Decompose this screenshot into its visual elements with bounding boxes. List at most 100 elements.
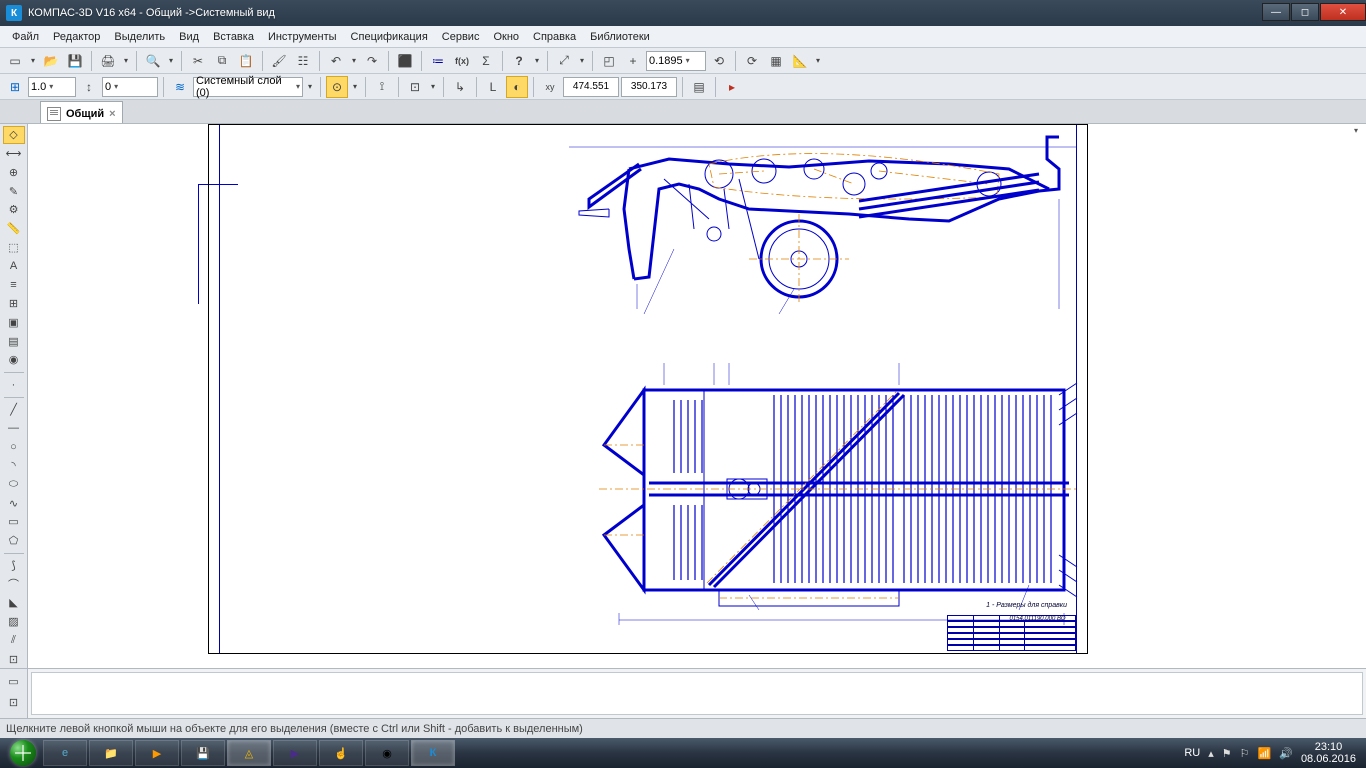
tray-volume-icon[interactable]: 🔊 — [1279, 747, 1293, 760]
menu-view[interactable]: Вид — [173, 29, 205, 45]
property-area[interactable] — [31, 672, 1363, 715]
paste-button[interactable]: 📋 — [235, 50, 257, 72]
menu-window[interactable]: Окно — [487, 29, 525, 45]
tool-other[interactable]: ◉ — [3, 351, 25, 369]
tray-network-icon[interactable]: 📶 — [1258, 747, 1272, 760]
frames-button[interactable]: ▦ — [765, 50, 787, 72]
tool-select[interactable]: ⬚ — [3, 239, 25, 257]
tool-symbols[interactable]: ⊕ — [3, 164, 25, 182]
collapse-panel-icon[interactable]: ▾ — [1354, 126, 1364, 136]
zoom-previous-button[interactable]: ⟲ — [708, 50, 730, 72]
minimize-button[interactable]: — — [1262, 3, 1290, 21]
start-button[interactable] — [4, 738, 42, 768]
document-tab-active[interactable]: Общий × — [40, 101, 123, 123]
local-cs-button[interactable]: ↳ — [449, 76, 471, 98]
tray-chevron-icon[interactable]: ▴ — [1208, 747, 1214, 760]
tool-params[interactable]: ⚙ — [3, 201, 25, 219]
task-mediaplayer[interactable]: ▶ — [135, 740, 179, 766]
menu-service[interactable]: Сервис — [436, 29, 486, 45]
help-dropdown[interactable]: ▾ — [532, 50, 542, 72]
tool-edit[interactable]: ✎ — [3, 182, 25, 200]
preview-dropdown[interactable]: ▾ — [166, 50, 176, 72]
print-dropdown[interactable]: ▾ — [121, 50, 131, 72]
task-word[interactable]: 💾 — [181, 740, 225, 766]
menu-editor[interactable]: Редактор — [47, 29, 106, 45]
task-explorer[interactable]: 📁 — [89, 740, 133, 766]
new-button[interactable]: ▭ — [4, 50, 26, 72]
copy-button[interactable]: ⧉ — [211, 50, 233, 72]
snap-menu[interactable]: ▾ — [350, 76, 360, 98]
tray-clock[interactable]: 23:10 08.06.2016 — [1301, 741, 1356, 765]
state-input[interactable]: 0 ▾ — [102, 77, 158, 97]
tool-sheets[interactable]: ▤ — [3, 332, 25, 350]
tray-lang[interactable]: RU — [1184, 747, 1200, 759]
tool-dimensions[interactable]: ⟷ — [3, 145, 25, 163]
save-button[interactable]: 💾 — [64, 50, 86, 72]
new-dropdown[interactable]: ▾ — [28, 50, 38, 72]
zoom-fit-button[interactable]: ⤢ — [553, 50, 575, 72]
whats-this-button[interactable]: ? — [508, 50, 530, 72]
preview-button[interactable]: 🔍 — [142, 50, 164, 72]
fx-button[interactable]: f(x) — [451, 50, 473, 72]
coord-y-input[interactable] — [621, 77, 677, 97]
task-app-3[interactable]: ☝ — [319, 740, 363, 766]
tool-insert[interactable]: ⊞ — [3, 295, 25, 313]
maximize-button[interactable]: ◻ — [1291, 3, 1319, 21]
open-button[interactable]: 📂 — [40, 50, 62, 72]
draw-point[interactable]: · — [3, 376, 25, 394]
drawing-canvas[interactable]: ▾ — [28, 124, 1366, 668]
dimension-icon[interactable]: ⟟ — [371, 76, 393, 98]
task-app-2[interactable]: ▶ — [273, 740, 317, 766]
tool-reports[interactable]: ≡ — [3, 276, 25, 294]
cut-button[interactable]: ✂ — [187, 50, 209, 72]
draw-rect[interactable]: ▭ — [3, 513, 25, 531]
menu-file[interactable]: Файл — [6, 29, 45, 45]
draw-chamfer[interactable]: ◣ — [3, 594, 25, 612]
redo-button[interactable]: ↷ — [361, 50, 383, 72]
zoom-in-button[interactable]: + — [622, 50, 644, 72]
zoom-window-button[interactable]: ◰ — [598, 50, 620, 72]
layer-dropdown[interactable]: ▾ — [305, 76, 315, 98]
menu-libraries[interactable]: Библиотеки — [584, 29, 656, 45]
menu-help[interactable]: Справка — [527, 29, 582, 45]
tool-spec[interactable]: A — [3, 257, 25, 275]
draw-spline[interactable]: ∿ — [3, 494, 25, 512]
draw-circle[interactable]: ○ — [3, 438, 25, 456]
grid-toggle[interactable]: ⊡ — [404, 76, 426, 98]
tray-action-icon[interactable]: ⚐ — [1240, 747, 1250, 760]
task-chrome[interactable]: ◉ — [365, 740, 409, 766]
draw-polygon[interactable]: ⬠ — [3, 532, 25, 550]
layers-icon[interactable]: ≋ — [169, 76, 191, 98]
draw-fillet[interactable]: ⌒ — [3, 575, 25, 593]
task-ie[interactable]: e — [43, 740, 87, 766]
coord-x-input[interactable] — [563, 77, 619, 97]
tool-views[interactable]: ▣ — [3, 314, 25, 332]
undo-button[interactable]: ↶ — [325, 50, 347, 72]
close-button[interactable]: ✕ — [1320, 3, 1366, 21]
round-toggle[interactable]: ◐ — [506, 76, 528, 98]
zoom-dropdown[interactable]: ▾ — [577, 50, 587, 72]
variables-button[interactable]: ≔ — [427, 50, 449, 72]
grid-menu[interactable]: ▾ — [428, 76, 438, 98]
draw-collect[interactable]: ⊡ — [3, 650, 25, 668]
format-painter-button[interactable]: 🖌 — [268, 50, 290, 72]
sigma-button[interactable]: Σ — [475, 50, 497, 72]
menu-select[interactable]: Выделить — [108, 29, 171, 45]
measure-dropdown[interactable]: ▾ — [813, 50, 823, 72]
properties-button[interactable]: ☷ — [292, 50, 314, 72]
ortho-toggle[interactable]: L — [482, 76, 504, 98]
print-button[interactable]: 🖨 — [97, 50, 119, 72]
coord-mode-button[interactable]: xy — [539, 76, 561, 98]
zoom-value-input[interactable]: 0.1895 ▾ — [646, 51, 706, 71]
draw-segment[interactable]: — — [3, 419, 25, 437]
undo-dropdown[interactable]: ▾ — [349, 50, 359, 72]
menu-specification[interactable]: Спецификация — [345, 29, 434, 45]
task-kompas[interactable]: К — [411, 740, 455, 766]
tool-geometry[interactable]: ◇ — [3, 126, 25, 144]
draw-arc[interactable]: ◝ — [3, 457, 25, 475]
draw-line-aux[interactable]: ╱ — [3, 401, 25, 419]
draw-hatch[interactable]: ▨ — [3, 613, 25, 631]
step-icon[interactable]: ⊞ — [4, 76, 26, 98]
refresh-button[interactable]: ⟳ — [741, 50, 763, 72]
draw-equidist[interactable]: ⫽ — [3, 631, 25, 649]
